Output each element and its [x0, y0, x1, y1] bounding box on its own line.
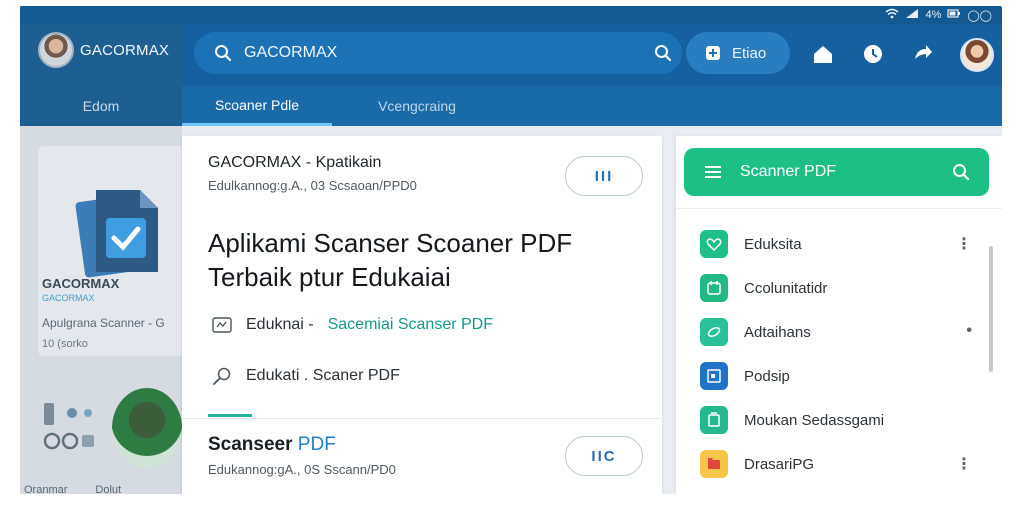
battery-text: 4%: [925, 9, 942, 21]
card2-title-text: Scanseer: [208, 434, 293, 455]
more-icon[interactable]: ⋮: [956, 234, 972, 254]
card2-subtitle: Edukannog:gA., 0S Sscann/PD0: [208, 462, 396, 477]
menu-icon[interactable]: [704, 163, 722, 181]
left-bottom-a: Oranmar: [24, 484, 68, 494]
card2-title: Scanseer PDF: [208, 434, 336, 456]
clock-icon[interactable]: [862, 43, 884, 65]
list-item-label: DrasariPG: [744, 455, 815, 473]
divider: [182, 418, 662, 419]
device-icons: [43, 403, 94, 450]
calendar-icon: [700, 274, 728, 302]
search-submit-icon[interactable]: [654, 44, 672, 62]
plant-photo: [112, 388, 182, 468]
list-item[interactable]: Adtaihans •: [700, 316, 990, 348]
pill-label: Etiao: [732, 44, 767, 62]
scrollbar[interactable]: [989, 246, 993, 372]
folder-icon: [700, 450, 728, 478]
app-window: 4% ◯◯ GACORMAX Edom GACORMAX GACORMAX Ap…: [20, 6, 1002, 494]
left-bottom-b: Dolut: [95, 484, 122, 494]
row1-label: Eduknai -: [246, 316, 314, 333]
edit-pill-button[interactable]: Etiao: [686, 32, 790, 74]
home-icon[interactable]: [812, 43, 834, 65]
share-icon[interactable]: [912, 43, 934, 65]
right-title: Scanner PDF: [740, 163, 837, 180]
tab-bar: Scoaner Pdle Vcengcraing: [182, 86, 1002, 126]
row1-link[interactable]: Sacemiai Scanser PDF: [328, 316, 493, 334]
info-row-1[interactable]: Eduknai - Sacemiai Scanser PDF: [212, 316, 493, 334]
right-panel: Scanner PDF Eduksita ⋮ Ccolunitatidr Adt…: [676, 136, 1002, 494]
battery-icon: [947, 8, 961, 22]
left-card-line1: Apulgrana Scanner - G: [42, 316, 165, 330]
left-brand: GACORMAX: [80, 42, 170, 59]
page-title: Aplikami Scanser Scoaner PDF Terbaik ptu…: [208, 228, 573, 292]
link-icon: [700, 318, 728, 346]
avatar[interactable]: [38, 32, 74, 68]
top-header: GACORMAX Etiao: [182, 24, 1002, 86]
copy-icon: [700, 406, 728, 434]
card2-button[interactable]: IIC: [565, 436, 643, 476]
more-icon[interactable]: ⋮: [956, 454, 972, 474]
card1-title: GACORMAX - Kpatikain: [208, 154, 382, 171]
tab-scanner[interactable]: Scoaner Pdle: [182, 86, 332, 126]
list-item[interactable]: Eduksita ⋮: [700, 228, 990, 260]
list-item-label: Podsip: [744, 367, 790, 385]
left-header: GACORMAX Edom: [20, 6, 182, 126]
heart-icon: [700, 230, 728, 258]
info-row-2[interactable]: Edukati . Scaner PDF: [212, 366, 400, 386]
divider-accent: [208, 414, 252, 417]
left-card-title: GACORMAX: [42, 276, 120, 291]
search-icon[interactable]: [952, 163, 970, 181]
signal-icon: [905, 8, 919, 22]
main-content: GACORMAX - Kpatikain Edulkannog:g.A., 03…: [182, 136, 662, 494]
search-icon: [215, 45, 232, 62]
search-input[interactable]: GACORMAX: [194, 32, 682, 74]
magnifier-icon: [213, 367, 231, 385]
search-text: GACORMAX: [244, 44, 338, 61]
list-item[interactable]: Moukan Sedassgami: [700, 404, 990, 436]
row2-label: Edukati . Scaner PDF: [246, 367, 400, 384]
list-item-label: Adtaihans: [744, 323, 811, 341]
list-item-label: Moukan Sedassgami: [744, 411, 885, 429]
left-card-subtitle: GACORMAX: [42, 293, 95, 303]
left-tab[interactable]: Edom: [20, 86, 182, 126]
left-bottom: Oranmar Dolut: [20, 484, 180, 494]
more-icon[interactable]: •: [966, 322, 972, 340]
right-divider: [676, 208, 1002, 209]
list-item-label: Ccolunitatidr: [744, 279, 828, 297]
document-check-icon: [75, 190, 158, 278]
card2-title-accent: PDF: [297, 434, 336, 455]
user-avatar[interactable]: [960, 38, 994, 72]
card1-button[interactable]: III: [565, 156, 643, 196]
left-panel: GACORMAX Edom GACORMAX GACORMAX Apulgran…: [20, 6, 198, 494]
list-item[interactable]: DrasariPG ⋮: [700, 448, 990, 480]
right-toolbar: Scanner PDF: [684, 148, 989, 196]
window-icon: [700, 362, 728, 390]
status-bar: 4% ◯◯: [20, 6, 1002, 24]
list-item[interactable]: Podsip: [700, 360, 990, 392]
doc-edit-icon: [706, 46, 720, 60]
wifi-icon: [885, 8, 899, 22]
card1-subtitle: Edulkannog:g.A., 03 Scsaoan/PPD0: [208, 178, 417, 193]
tab-second[interactable]: Vcengcraing: [342, 86, 492, 126]
list-item[interactable]: Ccolunitatidr: [700, 272, 990, 304]
status-extra: ◯◯: [967, 9, 992, 22]
image-icon: [212, 317, 232, 333]
left-card-line2: 10 (sorko: [42, 338, 88, 350]
list-item-label: Eduksita: [744, 235, 802, 253]
